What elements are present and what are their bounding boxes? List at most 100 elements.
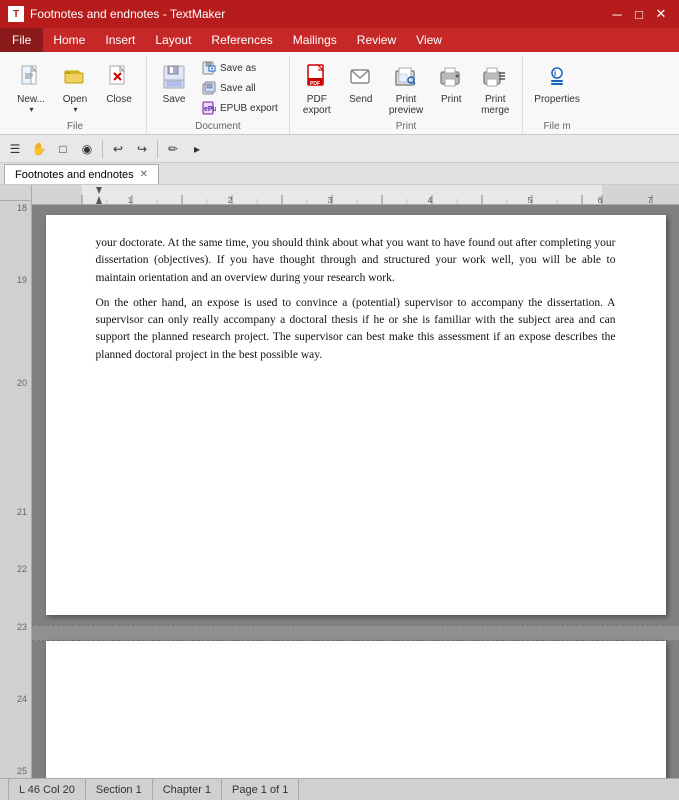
svg-text:i: i	[554, 69, 556, 78]
print-button[interactable]: Print	[430, 58, 472, 108]
toolbar-hand-btn[interactable]: ✋	[28, 138, 50, 160]
ribbon-group-fileinfo: i Properties File m	[525, 56, 591, 134]
status-position: L 46 Col 20	[8, 779, 86, 800]
menu-references[interactable]: References	[201, 28, 282, 52]
line-margin: 18 19 20 21 22 23 24 25	[0, 185, 32, 778]
window-controls: ─ □ ✕	[607, 5, 671, 23]
editor-area: 18 19 20 21 22 23 24 25	[0, 185, 679, 778]
svg-text:3: 3	[328, 196, 333, 205]
svg-text:PDF: PDF	[310, 81, 320, 87]
toolbar-undo-btn[interactable]: ↩	[107, 138, 129, 160]
menu-file[interactable]: File	[0, 28, 43, 52]
new-button[interactable]: New...	[10, 58, 52, 117]
svg-text:6: 6	[598, 196, 603, 205]
print-preview-button[interactable]: Printpreview	[384, 58, 428, 119]
pdf-export-button[interactable]: PDF PDFexport	[296, 58, 338, 119]
menu-insert[interactable]: Insert	[95, 28, 145, 52]
toolbar-play-btn[interactable]: ▸	[186, 138, 208, 160]
save-stacked: Save as Save all ePub	[197, 58, 283, 118]
title-bar: T Footnotes and endnotes - TextMaker ─ □…	[0, 0, 679, 28]
ribbon-group-file: New... Open	[6, 56, 147, 134]
line-24: 24	[0, 692, 31, 706]
close-button[interactable]: Close	[98, 58, 140, 108]
toolbar-sep-1	[102, 140, 103, 158]
svg-text:1: 1	[128, 196, 133, 205]
svg-text:2: 2	[228, 196, 233, 205]
menu-review[interactable]: Review	[347, 28, 406, 52]
save-all-label: Save all	[220, 83, 256, 94]
file-group-label: File	[67, 121, 83, 132]
status-chapter: Chapter 1	[153, 779, 222, 800]
maximize-button[interactable]: □	[629, 5, 649, 23]
line-21: 21	[0, 505, 31, 519]
toolbar-redo-btn[interactable]: ↪	[131, 138, 153, 160]
line-19: 19	[0, 273, 31, 287]
page-wrapper: your doctorate. At the same time, you sh…	[32, 205, 679, 778]
toolbar-edit-btn[interactable]: ✏	[162, 138, 184, 160]
line-25: 25	[0, 764, 31, 778]
save-as-button[interactable]: Save as	[197, 58, 283, 78]
save-as-label: Save as	[220, 63, 256, 74]
document-group-label: Document	[195, 121, 241, 132]
ruler: 1 2 3 4 5 6 7	[32, 185, 679, 205]
print-preview-icon	[390, 61, 422, 93]
toolbar-sep-2	[157, 140, 158, 158]
document-page-2[interactable]	[46, 641, 666, 778]
send-label: Send	[349, 94, 372, 105]
tab-close-icon[interactable]: ✕	[140, 169, 148, 180]
send-button[interactable]: Send	[340, 58, 382, 108]
menu-view[interactable]: View	[406, 28, 452, 52]
close-icon	[103, 61, 135, 93]
properties-label: Properties	[534, 94, 580, 105]
menu-layout[interactable]: Layout	[145, 28, 201, 52]
new-label: New...	[17, 94, 45, 105]
document-canvas[interactable]: 1 2 3 4 5 6 7	[32, 185, 679, 778]
print-icon	[435, 61, 467, 93]
svg-text:7: 7	[648, 196, 653, 205]
pdf-export-label: PDFexport	[303, 94, 331, 116]
line-23: 23	[0, 620, 31, 634]
toolbar: ☰ ✋ □ ◉ ↩ ↪ ✏ ▸	[0, 135, 679, 163]
print-merge-button[interactable]: Printmerge	[474, 58, 516, 119]
status-page: Page 1 of 1	[222, 779, 299, 800]
tab-footnotes[interactable]: Footnotes and endnotes ✕	[4, 164, 159, 184]
document-page[interactable]: your doctorate. At the same time, you sh…	[46, 215, 666, 615]
toolbar-page-btn[interactable]: □	[52, 138, 74, 160]
menu-mailings[interactable]: Mailings	[283, 28, 347, 52]
close-label: Close	[106, 94, 132, 105]
app-icon: T	[8, 6, 24, 22]
fileinfo-group-label: File m	[543, 121, 570, 132]
tab-footnotes-label: Footnotes and endnotes	[15, 169, 134, 181]
properties-button[interactable]: i Properties	[529, 58, 585, 108]
line-20: 20	[0, 375, 31, 389]
open-button[interactable]: Open	[54, 58, 96, 117]
print-merge-label: Printmerge	[481, 94, 509, 116]
toolbar-menu-btn[interactable]: ☰	[4, 138, 26, 160]
pdf-icon: PDF	[301, 61, 333, 93]
open-label: Open	[63, 94, 87, 105]
minimize-button[interactable]: ─	[607, 5, 627, 23]
new-icon	[15, 61, 47, 93]
save-all-button[interactable]: Save all	[197, 78, 283, 98]
print-merge-icon	[479, 61, 511, 93]
epub-export-button[interactable]: ePub EPUB export	[197, 98, 283, 118]
line-18: 18	[0, 201, 31, 215]
tab-bar: Footnotes and endnotes ✕	[0, 163, 679, 185]
svg-text:5: 5	[528, 196, 533, 205]
paragraph-2: On the other hand, an expose is used to …	[96, 295, 616, 364]
save-button[interactable]: Save	[153, 58, 195, 108]
open-icon	[59, 61, 91, 93]
properties-icon: i	[541, 61, 573, 93]
ruler-left	[0, 185, 31, 201]
status-section: Section 1	[86, 779, 153, 800]
menu-home[interactable]: Home	[43, 28, 95, 52]
close-button[interactable]: ✕	[651, 5, 671, 23]
paragraph-1: your doctorate. At the same time, you sh…	[96, 235, 616, 287]
menu-bar: File Home Insert Layout References Maili…	[0, 28, 679, 52]
status-bar: L 46 Col 20 Section 1 Chapter 1 Page 1 o…	[0, 778, 679, 800]
ruler-content: 1 2 3 4 5 6 7	[32, 185, 679, 204]
page-separator	[32, 625, 679, 641]
epub-export-label: EPUB export	[220, 103, 278, 114]
svg-text:ePub: ePub	[204, 106, 216, 113]
toolbar-zoom-btn[interactable]: ◉	[76, 138, 98, 160]
